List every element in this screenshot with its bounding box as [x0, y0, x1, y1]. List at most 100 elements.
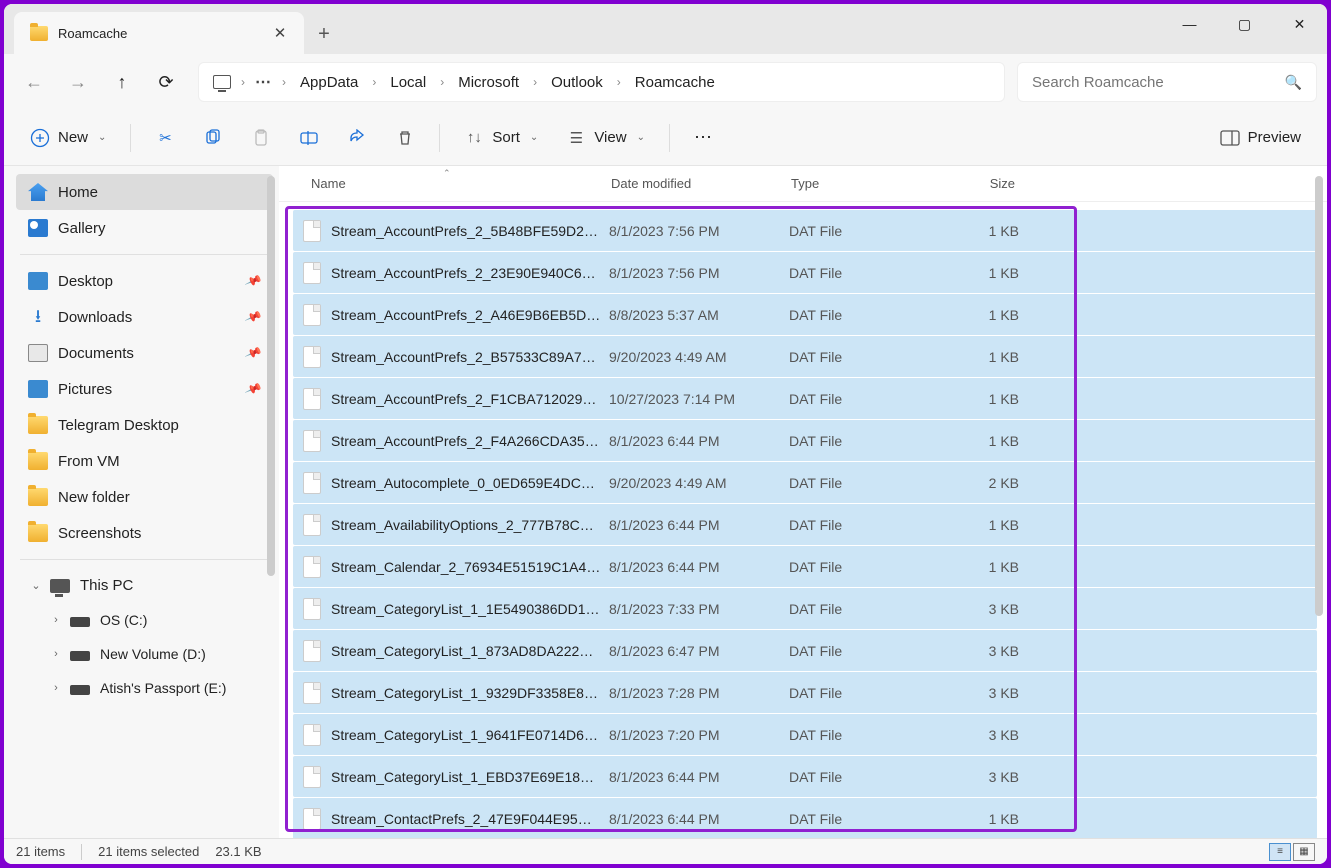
- chevron-down-icon[interactable]: ⌄: [28, 579, 44, 592]
- file-icon: [303, 220, 321, 242]
- paste-button[interactable]: [241, 122, 281, 154]
- details-view-button[interactable]: ≡: [1269, 843, 1291, 861]
- desktop-icon: [28, 272, 48, 290]
- file-size: 2 KB: [939, 475, 1027, 491]
- close-tab-button[interactable]: ✕: [272, 24, 288, 42]
- sidebar-item-from-vm[interactable]: From VM: [16, 443, 273, 479]
- file-row[interactable]: Stream_AccountPrefs_2_F4A266CDA355E... 8…: [293, 420, 1317, 461]
- file-row[interactable]: Stream_ContactPrefs_2_47E9F044E95CA0... …: [293, 798, 1317, 838]
- breadcrumb-outlook[interactable]: Outlook: [541, 74, 613, 91]
- search-input[interactable]: [1032, 74, 1272, 91]
- sidebar-item-documents[interactable]: Documents 📌: [16, 335, 273, 371]
- chevron-right-icon[interactable]: ›: [48, 648, 64, 660]
- col-date[interactable]: Date modified: [603, 176, 783, 191]
- file-date: 8/1/2023 7:33 PM: [609, 601, 789, 617]
- drive-icon: [70, 685, 90, 695]
- file-row[interactable]: Stream_CategoryList_1_9641FE0714D609... …: [293, 714, 1317, 755]
- minimize-button[interactable]: —: [1162, 4, 1217, 44]
- address-bar[interactable]: › ⋯ › AppData › Local › Microsoft › Outl…: [198, 62, 1005, 102]
- file-row[interactable]: Stream_AccountPrefs_2_5B48BFE59D2DD... 8…: [293, 210, 1317, 251]
- chevron-right-icon[interactable]: ›: [237, 75, 249, 89]
- cut-button[interactable]: ✂: [145, 122, 185, 154]
- copy-button[interactable]: [193, 122, 233, 154]
- sidebar-item-downloads[interactable]: ⭳ Downloads 📌: [16, 299, 273, 335]
- sidebar-item-drive[interactable]: › Atish's Passport (E:): [16, 671, 273, 705]
- back-button[interactable]: ←: [14, 62, 54, 102]
- file-date: 8/1/2023 7:28 PM: [609, 685, 789, 701]
- chevron-right-icon[interactable]: ›: [368, 75, 380, 89]
- chevron-right-icon[interactable]: ›: [436, 75, 448, 89]
- file-date: 8/8/2023 5:37 AM: [609, 307, 789, 323]
- file-date: 10/27/2023 7:14 PM: [609, 391, 789, 407]
- file-name: Stream_AvailabilityOptions_2_777B78CE0..…: [331, 517, 609, 533]
- preview-button[interactable]: Preview: [1210, 122, 1311, 154]
- file-list: Stream_AccountPrefs_2_5B48BFE59D2DD... 8…: [279, 202, 1327, 838]
- folder-icon: [28, 488, 48, 506]
- file-name: Stream_Calendar_2_76934E51519C1A4EA...: [331, 559, 609, 575]
- file-row[interactable]: Stream_AvailabilityOptions_2_777B78CE0..…: [293, 504, 1317, 545]
- sidebar-item-home[interactable]: Home: [16, 174, 273, 210]
- breadcrumb-overflow[interactable]: ⋯: [249, 72, 278, 92]
- forward-button[interactable]: →: [58, 62, 98, 102]
- refresh-button[interactable]: ⟳: [146, 62, 186, 102]
- thumbnails-view-button[interactable]: ▦: [1293, 843, 1315, 861]
- tab-roamcache[interactable]: Roamcache ✕: [14, 12, 304, 54]
- sidebar-item-thispc[interactable]: ⌄ This PC: [16, 568, 273, 603]
- chevron-right-icon[interactable]: ›: [48, 682, 64, 694]
- sidebar-item-telegram-desktop[interactable]: Telegram Desktop: [16, 407, 273, 443]
- file-row[interactable]: Stream_CategoryList_1_EBD37E69E185B6... …: [293, 756, 1317, 797]
- sidebar-item-pictures[interactable]: Pictures 📌: [16, 371, 273, 407]
- file-type: DAT File: [789, 811, 939, 827]
- chevron-right-icon[interactable]: ›: [48, 614, 64, 626]
- file-icon: [303, 472, 321, 494]
- file-row[interactable]: Stream_CategoryList_1_9329DF3358E801... …: [293, 672, 1317, 713]
- delete-button[interactable]: [385, 122, 425, 154]
- file-name: Stream_AccountPrefs_2_A46E9B6EB5DB2...: [331, 307, 609, 323]
- up-button[interactable]: ↑: [102, 62, 142, 102]
- breadcrumb-local[interactable]: Local: [380, 74, 436, 91]
- maximize-button[interactable]: ▢: [1217, 4, 1272, 44]
- file-row[interactable]: Stream_Autocomplete_0_0ED659E4DCE5... 9/…: [293, 462, 1317, 503]
- file-row[interactable]: Stream_AccountPrefs_2_F1CBA71202957... 1…: [293, 378, 1317, 419]
- file-type: DAT File: [789, 475, 939, 491]
- sidebar-scrollbar[interactable]: [267, 176, 275, 576]
- col-name[interactable]: ⌃Name: [303, 176, 603, 191]
- view-toggle: ≡ ▦: [1269, 843, 1315, 861]
- sidebar-label: Documents: [58, 345, 134, 362]
- new-tab-button[interactable]: +: [304, 23, 344, 54]
- sort-button[interactable]: ↑↓ Sort ⌄: [454, 122, 548, 154]
- pin-icon: 📌: [244, 344, 263, 362]
- sidebar-item-screenshots[interactable]: Screenshots: [16, 515, 273, 551]
- breadcrumb-roamcache[interactable]: Roamcache: [625, 74, 725, 91]
- file-row[interactable]: Stream_CategoryList_1_873AD8DA2220E... 8…: [293, 630, 1317, 671]
- file-row[interactable]: Stream_AccountPrefs_2_B57533C89A728... 9…: [293, 336, 1317, 377]
- file-row[interactable]: Stream_Calendar_2_76934E51519C1A4EA... 8…: [293, 546, 1317, 587]
- new-button[interactable]: New ⌄: [20, 122, 116, 154]
- sidebar-item-gallery[interactable]: Gallery: [16, 210, 273, 246]
- view-button[interactable]: ☰ View ⌄: [556, 122, 655, 154]
- share-button[interactable]: [337, 122, 377, 154]
- file-scrollbar[interactable]: [1315, 176, 1323, 616]
- pc-icon: [50, 579, 70, 593]
- col-type[interactable]: Type: [783, 176, 933, 191]
- chevron-right-icon[interactable]: ›: [613, 75, 625, 89]
- file-size: 1 KB: [939, 307, 1027, 323]
- breadcrumb-microsoft[interactable]: Microsoft: [448, 74, 529, 91]
- file-row[interactable]: Stream_CategoryList_1_1E5490386DD152... …: [293, 588, 1317, 629]
- copy-icon: [203, 128, 223, 148]
- search-box[interactable]: 🔍: [1017, 62, 1317, 102]
- rename-button[interactable]: [289, 122, 329, 154]
- file-size: 1 KB: [939, 517, 1027, 533]
- sidebar-item-drive[interactable]: › New Volume (D:): [16, 637, 273, 671]
- chevron-right-icon[interactable]: ›: [278, 75, 290, 89]
- more-button[interactable]: ⋯: [684, 121, 723, 154]
- sidebar-item-new-folder[interactable]: New folder: [16, 479, 273, 515]
- sidebar-item-drive[interactable]: › OS (C:): [16, 603, 273, 637]
- close-window-button[interactable]: ✕: [1272, 4, 1327, 44]
- col-size[interactable]: Size: [933, 176, 1023, 191]
- file-row[interactable]: Stream_AccountPrefs_2_23E90E940C61A... 8…: [293, 252, 1317, 293]
- breadcrumb-appdata[interactable]: AppData: [290, 74, 368, 91]
- chevron-right-icon[interactable]: ›: [529, 75, 541, 89]
- file-row[interactable]: Stream_AccountPrefs_2_A46E9B6EB5DB2... 8…: [293, 294, 1317, 335]
- sidebar-item-desktop[interactable]: Desktop 📌: [16, 263, 273, 299]
